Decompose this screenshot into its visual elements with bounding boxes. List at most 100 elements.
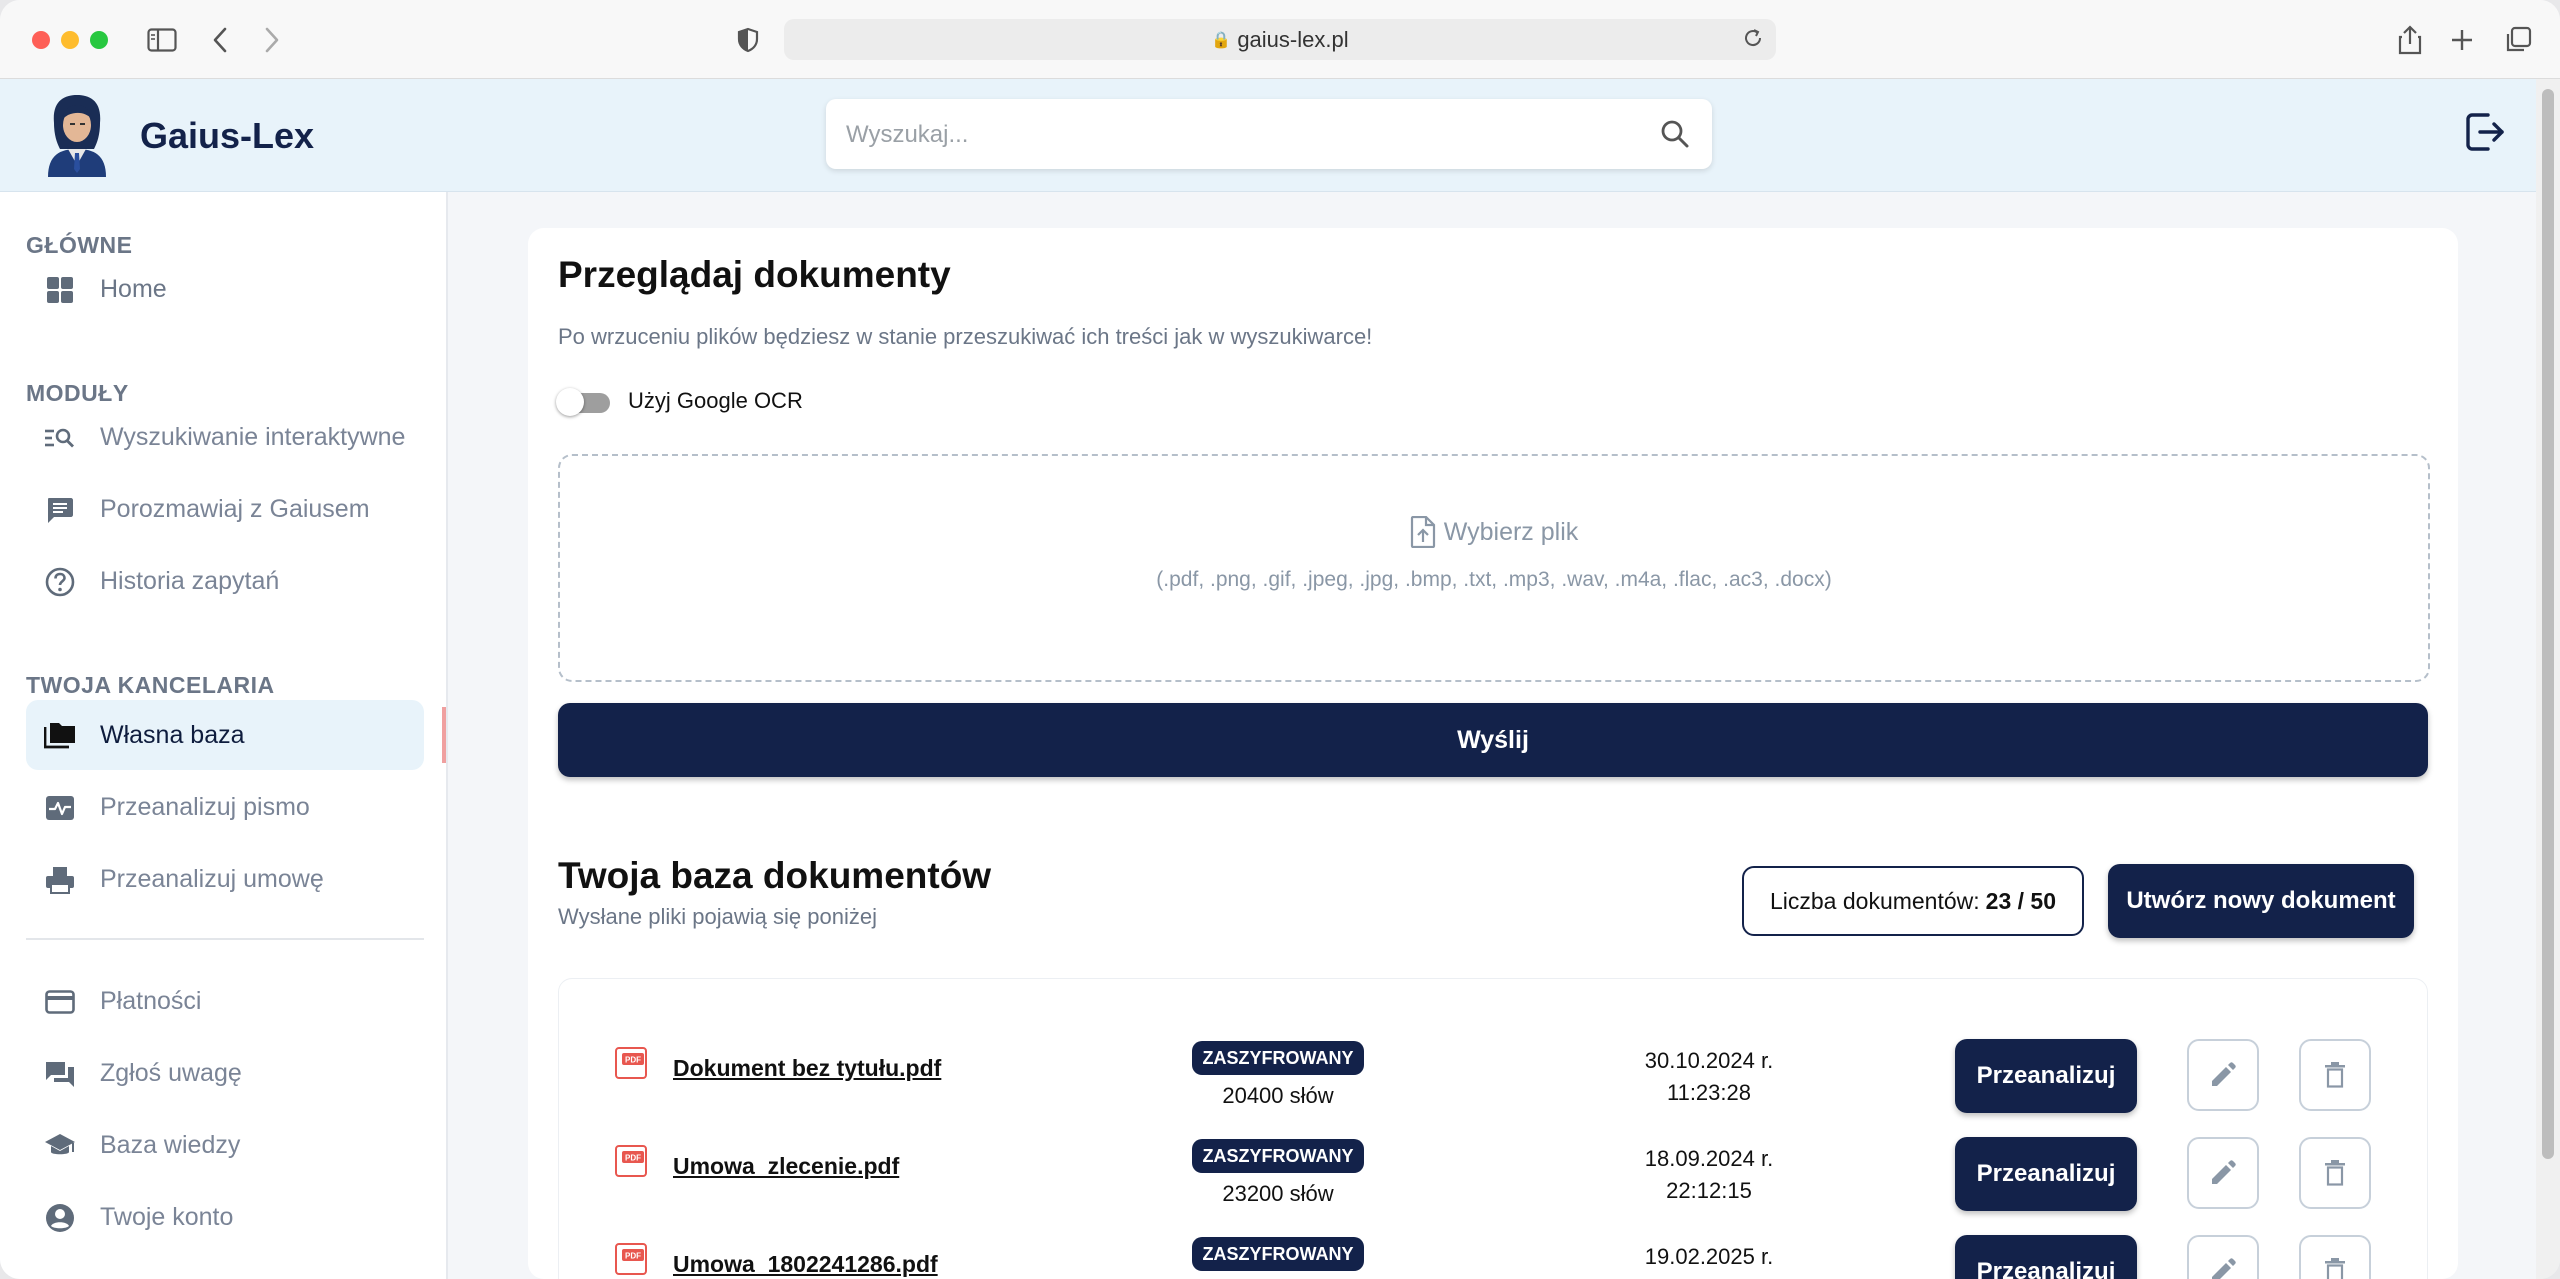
sidebar-item-payments[interactable]: Płatności [26, 966, 424, 1036]
svg-text:PDF: PDF [625, 1056, 641, 1065]
sidebar-item-label: Historia zapytań [100, 566, 280, 595]
page-title: Przeglądaj dokumenty [558, 254, 951, 295]
edit-button[interactable] [2187, 1039, 2259, 1111]
documents-subtitle: Wysłane pliki pojawią się poniżej [558, 904, 877, 929]
document-date: 18.09.2024 r. [1644, 1146, 1774, 1171]
word-count: 23200 słów [1222, 1181, 1334, 1206]
search-input[interactable] [844, 99, 1628, 171]
word-count: 20400 słów [1222, 1083, 1334, 1108]
sidebar-item-label: Płatności [100, 986, 202, 1015]
sidebar: GŁÓWNE Home MODUŁY Wyszukiwanie interakt… [0, 192, 448, 1279]
section-title-firm: TWOJA KANCELARIA [26, 672, 275, 698]
app-header: Gaius-Lex [0, 79, 2536, 192]
status-badge: ZASZYFROWANY [1192, 1041, 1364, 1075]
document-time: 22:12:15 [1666, 1178, 1752, 1203]
ocr-toggle-label[interactable]: Użyj Google OCR [628, 388, 803, 414]
sidebar-item-chat[interactable]: Porozmawiaj z Gaiusem [26, 474, 424, 544]
analyze-button[interactable]: Przeanalizuj [1955, 1137, 2137, 1211]
reload-icon[interactable] [1742, 27, 1764, 55]
sidebar-item-analyze-contract[interactable]: Przeanalizuj umowę [26, 844, 424, 914]
browser-toolbar: 🔒 gaius-lex.pl [0, 0, 2560, 79]
file-dropzone[interactable]: Wybierz plik (.pdf, .png, .gif, .jpeg, .… [558, 454, 2430, 682]
create-document-button[interactable]: Utwórz nowy dokument [2108, 864, 2414, 938]
sidebar-item-home[interactable]: Home [26, 254, 424, 324]
sidebar-item-query-history[interactable]: Historia zapytań [26, 546, 424, 616]
edit-button[interactable] [2187, 1137, 2259, 1209]
ocr-toggle[interactable] [556, 388, 610, 416]
sidebar-item-label: Zgłoś uwagę [100, 1058, 242, 1087]
app-name[interactable]: Gaius-Lex [140, 115, 314, 157]
document-name-link[interactable]: Dokument bez tytułu.pdf [673, 1055, 941, 1082]
status-badge: ZASZYFROWANY [1192, 1139, 1364, 1173]
delete-button[interactable] [2299, 1039, 2371, 1111]
status-badge: ZASZYFROWANY [1192, 1237, 1364, 1271]
zoom-window-button[interactable] [90, 31, 108, 49]
document-row: PDF Umowa_zlecenie.pdf ZASZYFROWANY 2320… [559, 1129, 2427, 1225]
analyze-button[interactable]: Przeanalizuj [1955, 1039, 2137, 1113]
edit-button[interactable] [2187, 1235, 2259, 1279]
document-row: PDF Umowa_1802241286.pdf ZASZYFROWANY 19… [559, 1227, 2427, 1279]
file-upload-icon [1410, 516, 1435, 548]
search-icon[interactable] [1660, 119, 1690, 154]
document-date: 30.10.2024 r. [1644, 1048, 1774, 1073]
back-icon[interactable] [202, 22, 238, 58]
forum-icon [44, 1058, 76, 1090]
delete-button[interactable] [2299, 1235, 2371, 1279]
sidebar-item-interactive-search[interactable]: Wyszukiwanie interaktywne [26, 402, 424, 472]
document-list: PDF Dokument bez tytułu.pdf ZASZYFROWANY… [558, 978, 2428, 1279]
folder-icon [44, 720, 76, 752]
svg-text:PDF: PDF [625, 1252, 641, 1261]
pulse-icon [44, 792, 76, 824]
document-row: PDF Dokument bez tytułu.pdf ZASZYFROWANY… [559, 1031, 2427, 1127]
sidebar-item-label: Baza wiedzy [100, 1130, 241, 1159]
share-icon[interactable] [2392, 22, 2428, 58]
sidebar-item-own-database[interactable]: Własna baza [26, 700, 424, 770]
document-date: 19.02.2025 r. [1644, 1244, 1774, 1269]
sidebar-item-feedback[interactable]: Zgłoś uwagę [26, 1038, 424, 1108]
minimize-window-button[interactable] [61, 31, 79, 49]
sidebar-divider [26, 938, 424, 940]
pencil-icon [2212, 1062, 2236, 1086]
analyze-button[interactable]: Przeanalizuj [1955, 1235, 2137, 1279]
forward-icon[interactable] [254, 22, 290, 58]
credit-card-icon [44, 986, 76, 1018]
sidebar-item-analyze-letter[interactable]: Przeanalizuj pismo [26, 772, 424, 842]
sidebar-item-label: Home [100, 274, 167, 303]
svg-text:PDF: PDF [625, 1154, 641, 1163]
sidebar-item-label: Wyszukiwanie interaktywne [100, 422, 406, 451]
address-bar[interactable]: 🔒 gaius-lex.pl [784, 19, 1776, 60]
close-window-button[interactable] [32, 31, 50, 49]
sidebar-item-account[interactable]: Twoje konto [26, 1182, 424, 1252]
scrollbar-thumb[interactable] [2542, 89, 2554, 1159]
document-name-link[interactable]: Umowa_1802241286.pdf [673, 1251, 938, 1278]
sidebar-item-knowledge-base[interactable]: Baza wiedzy [26, 1110, 424, 1180]
sidebar-item-label: Przeanalizuj umowę [100, 864, 324, 893]
choose-file-button[interactable]: Wybierz plik [560, 516, 2428, 548]
delete-button[interactable] [2299, 1137, 2371, 1209]
logo-avatar-icon[interactable] [38, 91, 116, 177]
page-scrollbar[interactable] [2536, 79, 2560, 1279]
documents-title: Twoja baza dokumentów [558, 855, 992, 896]
new-tab-icon[interactable] [2444, 22, 2480, 58]
tab-overview-icon[interactable] [2500, 22, 2536, 58]
pencil-icon [2212, 1258, 2236, 1279]
trash-icon [2325, 1258, 2345, 1279]
logout-icon[interactable] [2464, 111, 2506, 158]
accepted-file-types: (.pdf, .png, .gif, .jpeg, .jpg, .bmp, .t… [1156, 568, 1832, 591]
search-box [826, 99, 1712, 171]
trash-icon [2325, 1062, 2345, 1088]
document-count-label: Liczba dokumentów: [1769, 887, 1980, 914]
document-name-link[interactable]: Umowa_zlecenie.pdf [673, 1153, 899, 1180]
document-count-value: 23 / 50 [1985, 887, 2057, 914]
privacy-shield-icon[interactable] [730, 22, 766, 58]
page-subtitle: Po wrzuceniu plików będziesz w stanie pr… [558, 324, 1373, 349]
document-count: Liczba dokumentów: 23 / 50 [1742, 866, 2084, 936]
pencil-icon [2212, 1160, 2236, 1184]
toggle-knob [556, 388, 584, 416]
send-button[interactable]: Wyślij [558, 703, 2428, 777]
browser-window: 🔒 gaius-lex.pl Gaius-Lex Wyszukaj... GŁÓ… [0, 0, 2560, 1279]
pdf-file-icon: PDF [615, 1047, 647, 1079]
search-list-icon [44, 422, 76, 454]
sidebar-item-label: Twoje konto [100, 1202, 234, 1231]
sidebar-toggle-icon[interactable] [144, 22, 180, 58]
